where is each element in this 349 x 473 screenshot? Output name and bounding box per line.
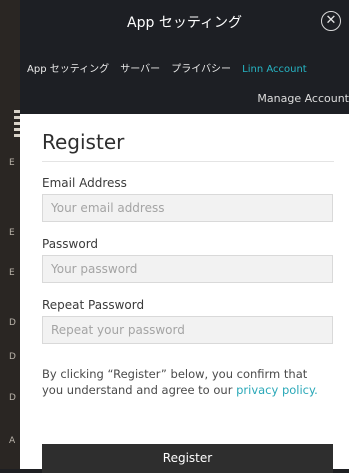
title-divider [42,161,334,162]
background-app-strip: E E E D D D A [0,0,20,469]
tab-server[interactable]: サーバー [120,60,160,75]
terms-text: By clicking “Register” below, you confir… [42,366,332,398]
privacy-policy-link[interactable]: privacy policy. [236,383,318,397]
email-field[interactable] [42,194,333,222]
background-letter: D [9,352,16,362]
email-label: Email Address [42,176,127,190]
background-letter: E [9,158,15,168]
window-title: App セッティング [127,15,242,31]
register-title: Register [42,130,125,154]
tab-app-settings[interactable]: App セッティング [27,60,109,75]
tab-privacy[interactable]: プライバシー [171,60,231,75]
background-letter: D [9,318,16,328]
password-label: Password [42,237,99,251]
close-icon[interactable]: ✕ [321,11,341,31]
settings-tabs: App セッティング サーバー プライバシー Linn Account [27,57,313,76]
register-card: Register Email Address Password Repeat P… [20,114,349,473]
repeat-password-field[interactable] [42,316,333,344]
repeat-password-label: Repeat Password [42,298,145,312]
background-letter: E [9,268,15,278]
password-field[interactable] [42,255,333,283]
tab-linn-account[interactable]: Linn Account [242,64,307,75]
manage-account-link[interactable]: Manage Account [257,92,349,105]
background-letter: A [9,436,16,446]
title-bar: App セッティング ✕ [20,0,349,44]
background-letter: D [9,393,16,403]
background-letter: E [9,228,15,238]
